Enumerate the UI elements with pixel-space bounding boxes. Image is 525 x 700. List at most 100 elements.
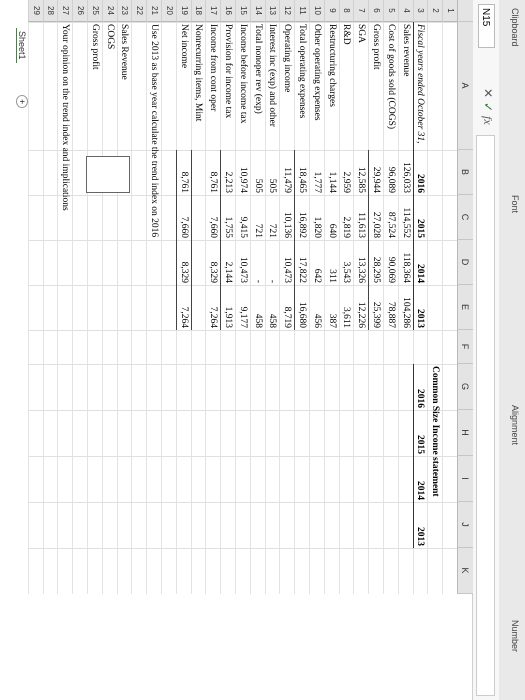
line-item-label[interactable]: Sales revenue [399, 24, 412, 148]
line-item-label[interactable]: Income from cont oper [206, 24, 219, 148]
line-item-value[interactable] [192, 197, 205, 238]
line-item-value[interactable]: 18,465 [295, 152, 308, 193]
line-item-value[interactable]: 96,089 [384, 152, 397, 193]
line-item-value[interactable]: 1,755 [221, 197, 234, 238]
line-item-value[interactable]: - [266, 242, 279, 283]
year-header[interactable]: 2016 [414, 152, 427, 193]
row-header[interactable]: 3 [412, 0, 428, 22]
line-item-value[interactable]: 25,399 [369, 287, 382, 328]
line-item-value[interactable]: 311 [325, 242, 338, 283]
line-item-value[interactable]: 118,364 [399, 242, 412, 283]
line-item-value[interactable]: 10,136 [280, 197, 293, 238]
column-header[interactable]: C [457, 195, 473, 240]
line-item-value[interactable]: 126,033 [399, 152, 412, 193]
line-item-value[interactable]: 17,822 [295, 242, 308, 283]
line-item-label[interactable]: Provision for income tax [221, 24, 234, 148]
line-item-value[interactable] [192, 152, 205, 193]
row-header[interactable]: 27 [57, 0, 73, 22]
common-size-year-header[interactable]: 2016 [414, 366, 427, 408]
column-header[interactable]: D [457, 240, 473, 285]
line-item-value[interactable]: 721 [251, 197, 264, 238]
line-item-value[interactable]: 9,415 [236, 197, 249, 238]
row-header[interactable]: 13 [264, 0, 280, 22]
line-item-value[interactable]: 12,585 [354, 152, 367, 193]
row-header[interactable]: 22 [131, 0, 147, 22]
line-item-value[interactable]: 1,144 [325, 152, 338, 193]
line-item-value[interactable]: 458 [251, 287, 264, 328]
trend-item-label[interactable]: COGS [103, 24, 116, 144]
number-group-label[interactable]: Number [510, 620, 520, 652]
line-item-value[interactable]: 9,177 [236, 287, 249, 328]
line-item-value[interactable]: 505 [266, 152, 279, 193]
line-item-value[interactable]: 1,777 [310, 152, 323, 193]
line-item-label[interactable]: Total operating expenses [295, 24, 308, 148]
function-icon[interactable]: fx [480, 116, 495, 125]
line-item-value[interactable]: 10,974 [236, 152, 249, 193]
row-header[interactable]: 7 [353, 0, 369, 22]
line-item-value[interactable]: 2,144 [221, 242, 234, 283]
line-item-label[interactable]: Restructuring charges [325, 24, 338, 148]
line-item-value[interactable]: 12,226 [354, 287, 367, 328]
line-item-value[interactable]: 7,660 [206, 197, 219, 238]
line-item-value[interactable]: 104,286 [399, 287, 412, 328]
name-box[interactable]: N15 [478, 4, 495, 48]
line-item-value[interactable]: 8,329 [206, 242, 219, 283]
line-item-value[interactable]: 1,913 [221, 287, 234, 328]
year-header[interactable]: 2013 [414, 287, 427, 328]
line-item-value[interactable]: 505 [251, 152, 264, 193]
trend-item-label[interactable]: Sales Revenue [118, 24, 131, 144]
trend-instruction[interactable]: Use 2013 as base year calculate the tren… [147, 24, 160, 344]
line-item-value[interactable]: 7,264 [177, 287, 190, 328]
line-item-value[interactable]: 11,613 [354, 197, 367, 238]
line-item-label[interactable]: SGA [354, 24, 367, 148]
line-item-value[interactable]: 78,887 [384, 287, 397, 328]
select-all-corner[interactable] [457, 0, 473, 22]
line-item-label[interactable]: Income before income tax [236, 24, 249, 148]
row-header[interactable]: 16 [220, 0, 235, 22]
common-size-year-header[interactable]: 2013 [414, 504, 427, 546]
clipboard-group-label[interactable]: Clipboard [510, 8, 520, 47]
row-header[interactable]: 15 [235, 0, 250, 22]
line-item-value[interactable]: 10,473 [280, 242, 293, 283]
line-item-value[interactable]: 2,819 [340, 197, 353, 238]
column-header[interactable]: B [457, 150, 473, 195]
line-item-label[interactable]: R&D [340, 24, 353, 148]
line-item-label[interactable]: Nonrecurring items, Mint [192, 24, 205, 148]
trend-item-label[interactable]: Gross profit [88, 24, 101, 144]
font-group-label[interactable]: Font [510, 195, 520, 213]
line-item-value[interactable]: 640 [325, 197, 338, 238]
row-header[interactable]: 10 [309, 0, 324, 22]
line-item-label[interactable]: Net income [177, 24, 190, 148]
add-sheet-icon[interactable]: + [16, 95, 28, 109]
row-header[interactable]: 6 [368, 0, 383, 22]
column-header[interactable]: K [457, 548, 473, 594]
line-item-value[interactable]: 387 [325, 287, 338, 328]
line-item-value[interactable]: 7,264 [206, 287, 219, 328]
cancel-icon[interactable]: ✕ [481, 88, 495, 98]
line-item-label[interactable]: Operating income [280, 24, 293, 148]
line-item-value[interactable]: 2,959 [340, 152, 353, 193]
column-header[interactable]: G [457, 364, 473, 410]
line-item-value[interactable]: 13,326 [354, 242, 367, 283]
row-header[interactable]: 26 [72, 0, 87, 22]
line-item-label[interactable]: Other operating expenses [310, 24, 323, 148]
column-header[interactable]: A [457, 22, 473, 150]
line-item-value[interactable]: 1,820 [310, 197, 323, 238]
confirm-icon[interactable]: ✓ [481, 102, 495, 112]
sheet-tab-sheet1[interactable]: Sheet1 [16, 28, 27, 63]
row-header[interactable]: 18 [190, 0, 206, 22]
line-item-label[interactable]: Gross profit [369, 24, 382, 148]
row-header[interactable]: 11 [294, 0, 309, 22]
common-size-year-header[interactable]: 2014 [414, 458, 427, 500]
alignment-group-label[interactable]: Alignment [510, 405, 520, 445]
table-title[interactable]: Fiscal years ended October 31, [414, 24, 427, 148]
column-header[interactable]: H [457, 410, 473, 456]
line-item-value[interactable]: 8,329 [177, 242, 190, 283]
line-item-value[interactable]: 8,719 [280, 287, 293, 328]
row-header[interactable]: 20 [161, 0, 176, 22]
line-item-value[interactable]: 642 [310, 242, 323, 283]
common-size-year-header[interactable]: 2015 [414, 412, 427, 454]
row-header[interactable]: 28 [42, 0, 58, 22]
row-header[interactable]: 24 [101, 0, 117, 22]
row-header[interactable]: 9 [323, 0, 339, 22]
